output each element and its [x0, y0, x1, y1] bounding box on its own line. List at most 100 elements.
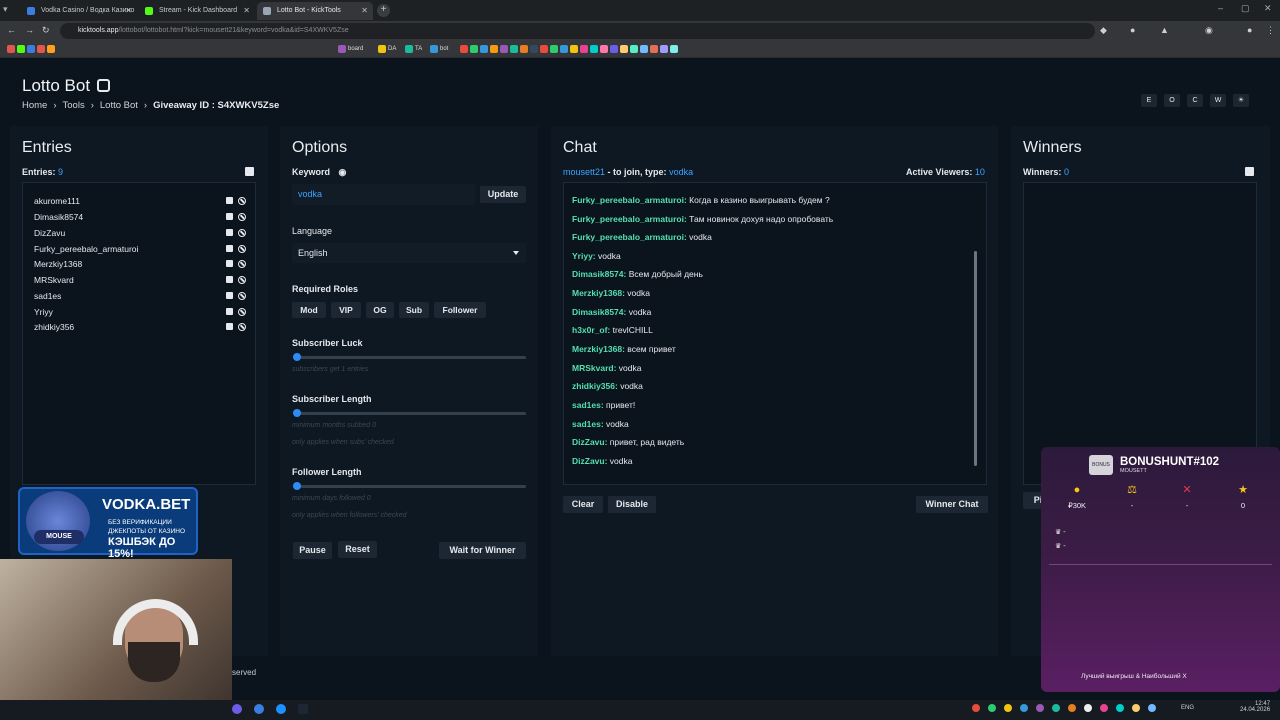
tray-icon[interactable]: [1036, 704, 1044, 712]
breadcrumb-tools[interactable]: Tools: [63, 100, 85, 111]
bookmark-item[interactable]: TA: [405, 45, 422, 53]
app-icon[interactable]: [276, 704, 286, 714]
close-icon[interactable]: ✕: [243, 6, 250, 15]
wait-for-winner-button[interactable]: Wait for Winner: [439, 542, 526, 559]
tray-icon[interactable]: [988, 704, 996, 712]
tray-icon[interactable]: [1148, 704, 1156, 712]
ban-icon[interactable]: [238, 245, 246, 253]
remove-icon[interactable]: [226, 197, 233, 204]
bonushunt-subtitle: MOUSETT: [1120, 468, 1147, 474]
tray-icon[interactable]: [1100, 704, 1108, 712]
breadcrumb-home[interactable]: Home: [22, 100, 47, 111]
tray-icon[interactable]: [1132, 704, 1140, 712]
extension-icon[interactable]: ●: [1130, 25, 1135, 35]
language-label: Language: [292, 226, 333, 236]
close-icon[interactable]: ✕: [361, 6, 368, 15]
keyword-input[interactable]: vodka: [292, 184, 475, 205]
maximize-icon[interactable]: ▢: [1241, 3, 1250, 14]
close-window-icon[interactable]: ✕: [1264, 3, 1272, 14]
clear-chat-button[interactable]: Clear: [563, 496, 603, 513]
ban-icon[interactable]: [238, 292, 246, 300]
tab-vodka-casino[interactable]: Vodka Casino / Водка Казино ✕: [21, 2, 137, 20]
remove-icon[interactable]: [226, 260, 233, 267]
remove-icon[interactable]: [226, 276, 233, 283]
winners-toggle-button[interactable]: W: [1210, 94, 1226, 107]
breadcrumb-lotto-bot[interactable]: Lotto Bot: [100, 100, 138, 111]
eye-icon[interactable]: ◉: [339, 167, 347, 177]
disable-chat-button[interactable]: Disable: [608, 496, 656, 513]
bookmark-item[interactable]: [460, 45, 678, 53]
copy-icon[interactable]: [245, 167, 254, 176]
tray-icon[interactable]: [1068, 704, 1076, 712]
remove-icon[interactable]: [226, 323, 233, 330]
chat-message: Merzkiy1368: vodka: [572, 288, 650, 298]
menu-icon[interactable]: ⋮: [1266, 25, 1275, 36]
remove-icon[interactable]: [226, 213, 233, 220]
role-og-toggle[interactable]: OG: [366, 302, 394, 318]
role-sub-toggle[interactable]: Sub: [399, 302, 429, 318]
forward-icon[interactable]: →: [25, 25, 34, 35]
follower-length-slider[interactable]: [293, 482, 526, 490]
chat-scrollbar[interactable]: [974, 251, 977, 466]
close-icon[interactable]: ✕: [125, 6, 132, 15]
tray-icon[interactable]: [972, 704, 980, 712]
new-tab-button[interactable]: +: [377, 4, 390, 17]
tab-lotto-bot[interactable]: Lotto Bot - KickTools ✕: [257, 2, 373, 20]
ban-icon[interactable]: [238, 213, 246, 221]
app-icon[interactable]: [298, 704, 308, 714]
tray-icon[interactable]: [1116, 704, 1124, 712]
tray-icon[interactable]: [1084, 704, 1092, 712]
chat-log[interactable]: Furky_pereebalo_armaturoi: Когда в казин…: [563, 182, 987, 485]
app-icon[interactable]: [254, 704, 264, 714]
role-mod-toggle[interactable]: Mod: [292, 302, 326, 318]
entries-toggle-button[interactable]: E: [1141, 94, 1157, 107]
ban-icon[interactable]: [238, 276, 246, 284]
back-icon[interactable]: ←: [7, 25, 16, 35]
language-select[interactable]: English: [292, 243, 526, 263]
chat-toggle-button[interactable]: C: [1187, 94, 1203, 107]
ban-icon[interactable]: [238, 197, 246, 205]
minimize-icon[interactable]: –: [1218, 3, 1223, 13]
reload-icon[interactable]: ↻: [42, 25, 50, 36]
language-indicator[interactable]: ENG: [1181, 705, 1194, 711]
slider-handle[interactable]: [293, 482, 301, 490]
favicon-icon: [145, 7, 153, 15]
remove-icon[interactable]: [226, 308, 233, 315]
role-follower-toggle[interactable]: Follower: [434, 302, 486, 318]
bookmark-item[interactable]: board: [338, 45, 363, 53]
profile-icon[interactable]: ◉: [1205, 25, 1213, 36]
ban-icon[interactable]: [238, 323, 246, 331]
extension-icon[interactable]: ▲: [1160, 25, 1169, 35]
reset-button[interactable]: Reset: [338, 541, 377, 558]
options-toggle-button[interactable]: O: [1164, 94, 1180, 107]
remove-icon[interactable]: [226, 245, 233, 252]
slider-handle[interactable]: [293, 409, 301, 417]
remove-icon[interactable]: [226, 229, 233, 236]
winner-chat-button[interactable]: Winner Chat: [916, 496, 988, 513]
tab-kick-dashboard[interactable]: Stream - Kick Dashboard ✕: [139, 2, 255, 20]
remove-icon[interactable]: [226, 292, 233, 299]
bookmark-item[interactable]: bot: [430, 45, 448, 53]
tray-icon[interactable]: [1020, 704, 1028, 712]
bookmark-item[interactable]: [7, 45, 55, 53]
subscriber-length-slider[interactable]: [293, 409, 526, 417]
extensions-icon[interactable]: ◆: [1100, 25, 1107, 36]
role-vip-toggle[interactable]: VIP: [331, 302, 361, 318]
slider-handle[interactable]: [293, 353, 301, 361]
ban-icon[interactable]: [238, 260, 246, 268]
tray-icon[interactable]: [1004, 704, 1012, 712]
pause-button[interactable]: Pause: [293, 542, 332, 559]
clock[interactable]: 12:47 24.04.2026: [1240, 701, 1270, 713]
ban-icon[interactable]: [238, 308, 246, 316]
app-icon[interactable]: [232, 704, 242, 714]
update-button[interactable]: Update: [480, 186, 526, 203]
ban-icon[interactable]: [238, 229, 246, 237]
tab-search-icon[interactable]: ▾: [3, 4, 15, 16]
address-bar[interactable]: kicktools.app/lottobot/lottobot.html?kic…: [60, 23, 1095, 39]
theme-toggle-button[interactable]: ☀: [1233, 94, 1249, 107]
subscriber-luck-slider[interactable]: [293, 353, 526, 361]
bookmark-item[interactable]: DA: [378, 45, 396, 53]
tray-icon[interactable]: [1052, 704, 1060, 712]
copy-icon[interactable]: [1245, 167, 1254, 176]
avatar[interactable]: ●: [1247, 25, 1252, 35]
